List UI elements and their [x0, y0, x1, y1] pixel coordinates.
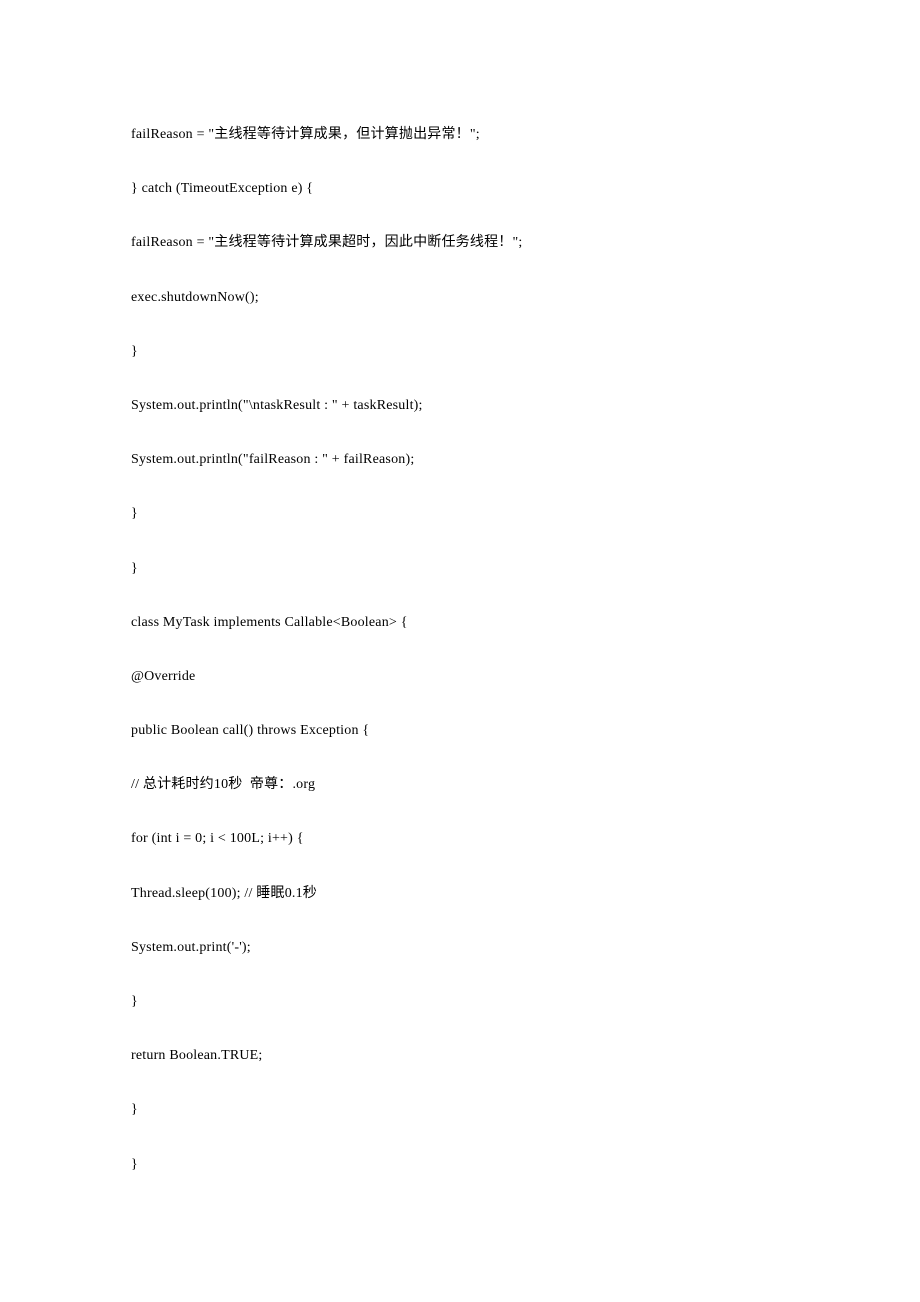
code-line: for (int i = 0; i < 100L; i++) { [131, 832, 820, 846]
code-line: System.out.print('-'); [131, 941, 820, 955]
code-line: System.out.println("failReason : " + fai… [131, 453, 820, 467]
code-line: failReason = "主线程等待计算成果，但计算抛出异常！"; [131, 128, 820, 142]
code-line: } [131, 507, 820, 521]
code-line: exec.shutdownNow(); [131, 291, 820, 305]
code-line: public Boolean call() throws Exception { [131, 724, 820, 738]
code-line: // 总计耗时约10秒 帝尊：.org [131, 778, 820, 792]
code-line: } [131, 995, 820, 1009]
code-line: } [131, 1103, 820, 1117]
code-line: } [131, 1158, 820, 1172]
code-block: failReason = "主线程等待计算成果，但计算抛出异常！"; } cat… [131, 128, 820, 1172]
code-line: return Boolean.TRUE; [131, 1049, 820, 1063]
code-line: System.out.println("\ntaskResult : " + t… [131, 399, 820, 413]
code-line: } catch (TimeoutException e) { [131, 182, 820, 196]
code-line: } [131, 562, 820, 576]
code-line: failReason = "主线程等待计算成果超时，因此中断任务线程！"; [131, 236, 820, 250]
code-line: } [131, 345, 820, 359]
code-line: class MyTask implements Callable<Boolean… [131, 616, 820, 630]
code-line: Thread.sleep(100); // 睡眠0.1秒 [131, 887, 820, 901]
code-line: @Override [131, 670, 820, 684]
